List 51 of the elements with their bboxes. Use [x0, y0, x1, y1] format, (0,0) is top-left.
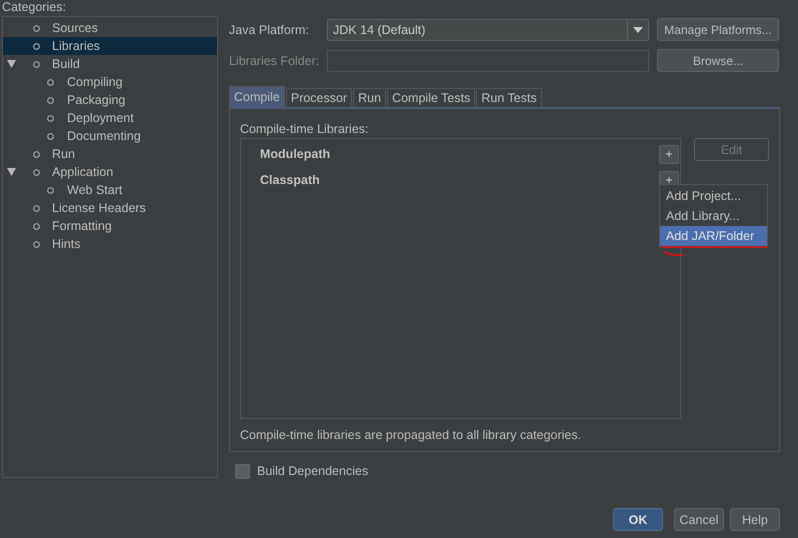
tree-item[interactable]: Run: [3, 145, 217, 163]
tree-item[interactable]: Web Start: [3, 181, 217, 199]
node-icon: [33, 240, 40, 248]
field-label: Libraries Folder:: [229, 54, 320, 68]
library-group-label: Classpath: [260, 173, 320, 187]
manage-platforms-button[interactable]: Manage Platforms...: [657, 18, 779, 41]
menu-item[interactable]: Add JAR/Folder: [660, 226, 767, 246]
categories-label: Categories:: [2, 0, 67, 16]
tab[interactable]: Compile: [229, 86, 285, 107]
note-text: Compile-time libraries are propagated to all library categories.: [240, 428, 582, 442]
tree-item[interactable]: Formatting: [3, 217, 217, 235]
add-button[interactable]: +: [659, 144, 679, 164]
tree-item[interactable]: Deployment: [3, 109, 217, 127]
node-icon: [33, 204, 40, 212]
node-icon: [33, 150, 40, 158]
expanded-arrow-icon[interactable]: [7, 60, 16, 68]
tree-item[interactable]: Libraries: [3, 37, 217, 55]
node-icon: [33, 222, 40, 230]
platform-dropdown[interactable]: JDK 14 (Default): [327, 18, 649, 40]
node-icon: [47, 78, 54, 86]
tab[interactable]: Compile Tests: [387, 88, 476, 107]
node-icon: [47, 186, 54, 194]
section-label: Compile-time Libraries:: [240, 122, 370, 138]
checkbox[interactable]: [235, 464, 250, 478]
tree-item[interactable]: Build: [3, 55, 217, 73]
tab[interactable]: Run: [353, 88, 386, 107]
tab[interactable]: Processor: [286, 88, 352, 107]
expanded-arrow-icon[interactable]: [7, 168, 16, 176]
node-icon: [33, 168, 40, 176]
tree-item[interactable]: License Headers: [3, 199, 217, 217]
node-icon: [33, 24, 40, 32]
tree-item[interactable]: Application: [3, 163, 217, 181]
node-icon: [47, 132, 54, 140]
tree-item[interactable]: Packaging: [3, 91, 217, 109]
dialog-button[interactable]: OK: [613, 508, 663, 531]
node-icon: [47, 96, 54, 104]
library-group-label: Modulepath: [260, 147, 330, 161]
tree-item[interactable]: Sources: [3, 19, 217, 37]
field-label: Java Platform:: [229, 22, 310, 36]
tree-item[interactable]: Documenting: [3, 127, 217, 145]
node-icon: [33, 60, 40, 68]
tree-item[interactable]: Compiling: [3, 73, 217, 91]
tree-item[interactable]: Hints: [3, 235, 217, 253]
dialog-button[interactable]: Cancel: [674, 508, 724, 531]
dialog-button[interactable]: Help: [730, 508, 780, 531]
tab[interactable]: Run Tests: [476, 88, 542, 107]
checkbox-label: Build Dependencies: [257, 464, 368, 478]
menu-item[interactable]: Add Library...: [660, 206, 767, 226]
node-icon: [47, 114, 54, 122]
dropdown-arrow-icon[interactable]: [633, 26, 643, 32]
node-icon: [33, 42, 40, 50]
